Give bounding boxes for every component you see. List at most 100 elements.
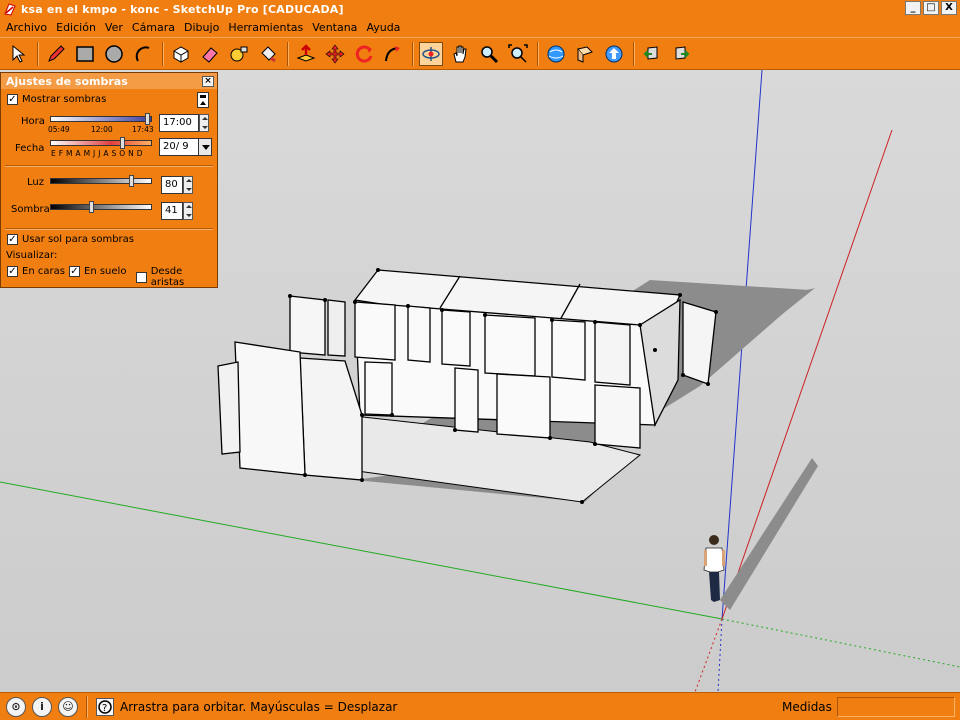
panel-titlebar[interactable]: Ajustes de sombras × bbox=[1, 73, 217, 89]
time-tick-sunset: 17:43 bbox=[132, 125, 154, 134]
on-ground-label: En suelo bbox=[84, 266, 127, 277]
show-shadows-row: ✓ Mostrar sombras bbox=[7, 94, 106, 105]
main-toolbar bbox=[0, 37, 960, 70]
use-sun-checkbox[interactable]: ✓ bbox=[7, 234, 18, 245]
time-slider-track[interactable] bbox=[50, 116, 152, 122]
svg-text:?: ? bbox=[102, 703, 107, 714]
rectangle-icon[interactable] bbox=[73, 42, 97, 66]
toolbar-separator bbox=[412, 41, 414, 66]
move-icon[interactable] bbox=[323, 42, 347, 66]
panel-title: Ajustes de sombras bbox=[6, 74, 128, 88]
push-pull-icon[interactable] bbox=[294, 42, 318, 66]
share-model-icon[interactable] bbox=[573, 42, 597, 66]
light-slider-thumb[interactable] bbox=[128, 175, 134, 187]
toolbar-separator bbox=[37, 41, 39, 66]
date-slider-thumb[interactable] bbox=[120, 137, 126, 149]
make-component-icon[interactable] bbox=[169, 42, 193, 66]
rotate-icon[interactable] bbox=[352, 42, 376, 66]
previous-view-icon[interactable] bbox=[640, 42, 664, 66]
menu-dibujo[interactable]: Dibujo bbox=[182, 21, 226, 34]
close-button[interactable]: X bbox=[941, 1, 957, 15]
circle-icon[interactable] bbox=[102, 42, 126, 66]
window-controls: _ □ X bbox=[905, 1, 957, 15]
pan-hand-icon[interactable] bbox=[448, 42, 472, 66]
credits-icon[interactable]: i bbox=[32, 696, 52, 717]
panel-divider bbox=[5, 228, 213, 230]
zoom-icon[interactable] bbox=[477, 42, 501, 66]
on-ground-row: ✓ En suelo bbox=[69, 266, 126, 277]
orbit-icon[interactable] bbox=[419, 41, 443, 66]
toolbar-separator bbox=[287, 41, 289, 66]
toolbar-separator bbox=[162, 41, 164, 66]
status-separator bbox=[86, 695, 88, 718]
panel-divider bbox=[5, 165, 213, 167]
time-slider-thumb[interactable] bbox=[144, 113, 150, 125]
date-dropdown-icon[interactable] bbox=[198, 138, 212, 156]
from-edges-label: Desde aristas bbox=[150, 266, 185, 288]
on-faces-label: En caras bbox=[22, 266, 65, 277]
paint-bucket-icon[interactable] bbox=[256, 42, 280, 66]
menu-ayuda[interactable]: Ayuda bbox=[364, 21, 407, 34]
menu-herramientas[interactable]: Herramientas bbox=[226, 21, 310, 34]
dark-slider-thumb[interactable] bbox=[88, 201, 94, 213]
eraser-icon[interactable] bbox=[198, 42, 222, 66]
from-edges-checkbox[interactable] bbox=[136, 271, 147, 283]
time-label: Hora bbox=[21, 116, 45, 127]
toolbar-separator bbox=[537, 41, 539, 66]
menu-ver[interactable]: Ver bbox=[103, 21, 130, 34]
collapse-details-button[interactable] bbox=[197, 92, 209, 108]
light-label: Luz bbox=[27, 177, 44, 188]
from-edges-row: Desde aristas bbox=[136, 266, 217, 288]
sketchup-app-icon bbox=[4, 3, 16, 16]
status-bar: ⊙ i ☺ ? Arrastra para orbitar. Mayúscula… bbox=[0, 692, 960, 720]
on-ground-checkbox[interactable]: ✓ bbox=[69, 266, 80, 277]
date-months-scale: E F M A M J J A S O N D bbox=[51, 149, 143, 158]
window-title: ksa en el kmpo - konc - SketchUp Pro [CA… bbox=[21, 2, 344, 16]
maximize-button[interactable]: □ bbox=[923, 1, 939, 15]
measures-label: Medidas bbox=[782, 700, 832, 714]
light-input[interactable]: 80 bbox=[161, 176, 183, 194]
select-arrow-icon[interactable] bbox=[6, 42, 30, 66]
geo-location-icon[interactable]: ⊙ bbox=[6, 696, 26, 717]
status-hint-text: Arrastra para orbitar. Mayúsculas = Desp… bbox=[120, 699, 398, 714]
shadow-settings-panel: Ajustes de sombras × ✓ Mostrar sombras H… bbox=[0, 72, 218, 288]
time-tick-noon: 12:00 bbox=[91, 125, 113, 134]
time-input[interactable]: 17:00 bbox=[159, 114, 199, 132]
measures-input[interactable] bbox=[837, 697, 955, 717]
next-view-icon[interactable] bbox=[669, 42, 693, 66]
show-shadows-label: Mostrar sombras bbox=[22, 94, 107, 105]
tape-measure-icon[interactable] bbox=[227, 42, 251, 66]
menu-camara[interactable]: Cámara bbox=[130, 21, 182, 34]
light-spinner[interactable] bbox=[183, 176, 193, 194]
menu-bar: Archivo Edición Ver Cámara Dibujo Herram… bbox=[0, 18, 960, 37]
title-bar: ksa en el kmpo - konc - SketchUp Pro [CA… bbox=[0, 0, 960, 18]
use-sun-label: Usar sol para sombras bbox=[22, 234, 134, 245]
on-faces-row: ✓ En caras bbox=[7, 266, 65, 277]
dark-spinner[interactable] bbox=[183, 202, 193, 220]
pencil-icon[interactable] bbox=[44, 42, 68, 66]
menu-edicion[interactable]: Edición bbox=[54, 21, 103, 34]
time-spinner[interactable] bbox=[199, 114, 209, 132]
on-faces-checkbox[interactable]: ✓ bbox=[7, 266, 18, 277]
menu-archivo[interactable]: Archivo bbox=[4, 21, 54, 34]
zoom-extents-icon[interactable] bbox=[506, 42, 530, 66]
dark-slider-track[interactable] bbox=[50, 204, 152, 210]
get-models-icon[interactable] bbox=[544, 42, 568, 66]
panel-close-icon[interactable]: × bbox=[202, 75, 214, 87]
date-input[interactable]: 20/ 9 bbox=[159, 138, 199, 156]
date-label: Fecha bbox=[15, 143, 45, 154]
show-shadows-checkbox[interactable]: ✓ bbox=[7, 94, 18, 105]
minimize-button[interactable]: _ bbox=[905, 1, 921, 15]
display-label: Visualizar: bbox=[6, 250, 58, 261]
date-slider-track[interactable] bbox=[50, 140, 152, 146]
dark-input[interactable]: 41 bbox=[161, 202, 183, 220]
follow-me-icon[interactable] bbox=[381, 42, 405, 66]
instructor-help-icon[interactable]: ? bbox=[96, 697, 114, 716]
time-tick-sunrise: 05:49 bbox=[48, 125, 70, 134]
user-account-icon[interactable]: ☺ bbox=[58, 696, 78, 717]
arc-icon[interactable] bbox=[131, 42, 155, 66]
light-slider-track[interactable] bbox=[50, 178, 152, 184]
toolbar-separator bbox=[633, 41, 635, 66]
share-component-icon[interactable] bbox=[602, 42, 626, 66]
menu-ventana[interactable]: Ventana bbox=[310, 21, 364, 34]
